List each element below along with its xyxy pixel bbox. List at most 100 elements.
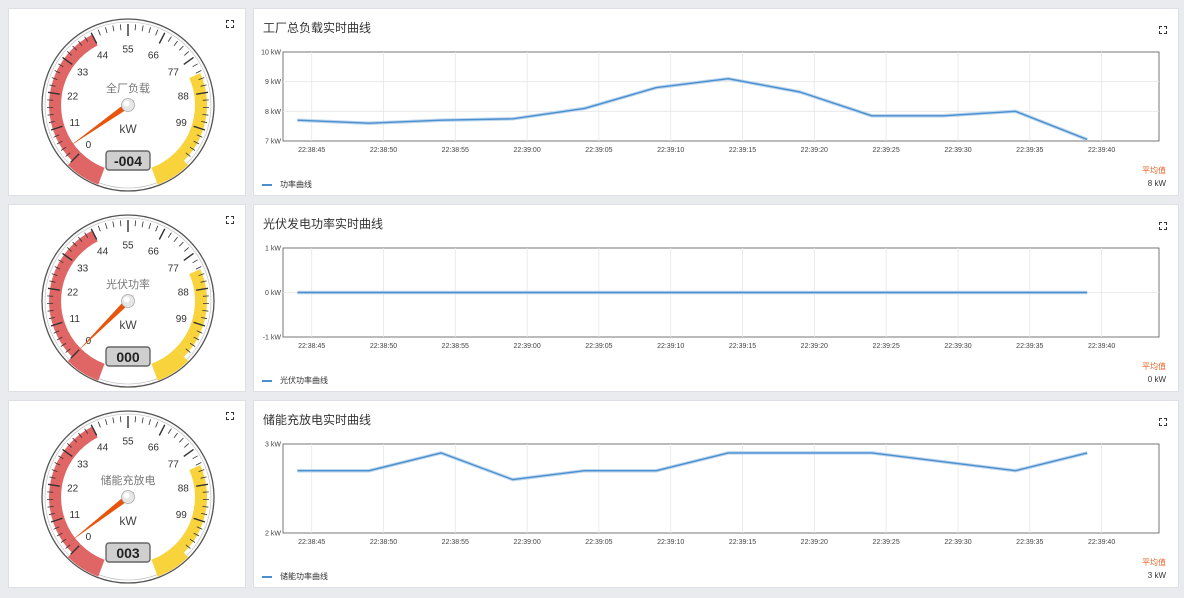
x-tick-label: 22:39:10 [657, 147, 684, 154]
factory-load-gauge: 0 11 22 33 44 55 66 77 88 99 全厂负载 kW -004 [41, 18, 215, 192]
x-tick-label: 22:39:30 [944, 147, 971, 154]
gauge-tick-label: 22 [67, 288, 79, 299]
legend-swatch [262, 183, 272, 186]
gauge-tick-label: 44 [97, 247, 109, 258]
gauge-tick-label: 55 [122, 437, 134, 448]
gauge-lcd-value: -004 [114, 153, 142, 169]
legend-swatch [262, 379, 272, 382]
gauge-tick-label: 11 [70, 118, 81, 129]
average-value: 8 kW [1147, 179, 1166, 188]
gauge-hub-shine [123, 100, 130, 107]
gauge-tick-label: 99 [176, 314, 188, 325]
y-tick-label: 10 kW [261, 50, 281, 57]
chart-legend[interactable]: 储能功率曲线 [262, 571, 328, 582]
x-tick-label: 22:39:05 [585, 539, 612, 546]
x-tick-label: 22:39:30 [944, 539, 971, 546]
average-label: 平均值 [1142, 362, 1166, 371]
gauge-tick [134, 220, 136, 227]
gauge-tick-label: 99 [176, 510, 188, 521]
gauge-unit: kW [119, 514, 137, 528]
fullscreen-icon[interactable] [226, 216, 234, 224]
fullscreen-icon[interactable] [226, 412, 234, 420]
x-tick-label: 22:39:00 [513, 539, 540, 546]
gauge-card-pv-power: 0 11 22 33 44 55 66 77 88 99 光伏功率 kW 000 [8, 204, 246, 392]
gauge-tick [120, 24, 122, 31]
x-tick-label: 22:38:50 [370, 147, 397, 154]
chart-card-factory-load: 工厂总负载实时曲线 7 kW 8 kW 9 kW 10 kW 22:38:45 22:38… [253, 8, 1179, 196]
gauge-tick-label: 11 [70, 510, 81, 521]
gauge-tick-label: 22 [67, 484, 79, 495]
gauge-tick [120, 416, 122, 423]
pv-power-gauge: 0112233445566778899光伏功率kW000 [41, 214, 215, 388]
gauge-tick-label: 88 [178, 288, 190, 299]
x-tick-label: 22:39:00 [513, 147, 540, 154]
gauge-tick [134, 416, 136, 423]
gauge-tick-label: 0 [86, 140, 92, 151]
x-tick-label: 22:39:00 [513, 343, 540, 350]
x-tick-label: 22:39:25 [872, 343, 899, 350]
legend-label: 功率曲线 [280, 180, 312, 189]
average-value: 0 kW [1147, 375, 1166, 384]
x-tick-label: 22:39:10 [657, 539, 684, 546]
gauge-tick [120, 220, 122, 227]
gauge-unit: kW [119, 122, 137, 136]
x-tick-label: 22:38:45 [298, 539, 325, 546]
gauge-lcd-value: 003 [116, 545, 140, 561]
y-tick-label: 7 kW [265, 139, 281, 146]
gauge-card-storage: 0 11 22 33 44 55 66 77 88 99 储能充放电 kW 003 [8, 400, 246, 588]
gauge-tick-label: 55 [122, 241, 134, 252]
gauge-tick-label: 33 [77, 264, 89, 275]
chart-legend[interactable]: 功率曲线 [262, 179, 312, 190]
x-tick-label: 22:38:55 [442, 539, 469, 546]
fullscreen-icon[interactable] [226, 20, 234, 28]
chart-legend[interactable]: 光伏功率曲线 [262, 375, 328, 386]
x-tick-label: 22:39:35 [1016, 343, 1043, 350]
x-tick-label: 22:39:20 [801, 343, 828, 350]
gauge-tick-label: 66 [148, 51, 160, 62]
x-tick-label: 22:39:20 [801, 147, 828, 154]
x-tick-label: 22:39:05 [585, 147, 612, 154]
gauge-tick-label: 77 [168, 68, 180, 79]
gauge-tick-label: 77 [168, 460, 180, 471]
x-tick-label: 22:39:05 [585, 343, 612, 350]
gauge-tick-label: 44 [97, 443, 109, 454]
x-tick-label: 22:39:40 [1088, 539, 1115, 546]
legend-label: 储能功率曲线 [280, 572, 328, 581]
storage-line-chart: 2 kW 3 kW 22:38:45 22:38:50 22:38:55 22:39:00… [265, 442, 1160, 546]
x-tick-label: 22:39:30 [944, 343, 971, 350]
gauge-tick-label: 33 [77, 68, 89, 79]
gauge-tick-label: 66 [148, 443, 160, 454]
y-tick-label: 9 kW [265, 79, 281, 86]
y-tick-label: 1 kW [265, 246, 281, 253]
gauge-lcd-value: 000 [116, 349, 140, 365]
x-tick-label: 22:39:35 [1016, 539, 1043, 546]
average-label: 平均值 [1142, 166, 1166, 175]
x-tick-label: 22:38:50 [370, 343, 397, 350]
plot-area [282, 443, 1160, 534]
gauge-label: 全厂负载 [106, 81, 150, 95]
gauge-tick-label: 66 [148, 247, 160, 258]
gauge-tick-label: 55 [122, 45, 134, 56]
x-tick-label: 22:38:55 [442, 343, 469, 350]
x-tick-label: 22:38:45 [298, 343, 325, 350]
chart-card-pv-power: 光伏发电功率实时曲线 -1 kW 0 kW 1 kW 22:38:45 22:38:50… [253, 204, 1179, 392]
gauge-tick-label: 22 [67, 92, 79, 103]
y-tick-label: 3 kW [265, 442, 281, 449]
pv-power-line-chart: -1 kW 0 kW 1 kW 22:38:45 22:38:50 22:38:55 22:… [263, 246, 1160, 350]
gauge-tick-label: 88 [178, 92, 190, 103]
x-tick-label: 22:39:25 [872, 147, 899, 154]
gauge-hub-shine [123, 296, 130, 303]
gauge-tick-label: 77 [168, 264, 180, 275]
storage-gauge: 0 11 22 33 44 55 66 77 88 99 储能充放电 kW 003 [41, 410, 215, 584]
legend-label: 光伏功率曲线 [280, 376, 328, 385]
y-tick-label: 8 kW [265, 109, 281, 116]
x-tick-label: 22:39:15 [729, 539, 756, 546]
chart-card-storage: 储能充放电实时曲线 2 kW 3 kW 22:38:45 22:38:50 22:38:… [253, 400, 1179, 588]
gauge-tick-label: 0 [86, 532, 92, 543]
y-tick-label: -1 kW [263, 335, 282, 342]
x-tick-label: 22:39:20 [801, 539, 828, 546]
plot-area [282, 51, 1160, 142]
factory-load-line-chart: 7 kW 8 kW 9 kW 10 kW 22:38:45 22:38:50 22:38:5… [261, 50, 1160, 154]
x-tick-label: 22:39:35 [1016, 147, 1043, 154]
gauge-tick-label: 99 [176, 118, 188, 129]
